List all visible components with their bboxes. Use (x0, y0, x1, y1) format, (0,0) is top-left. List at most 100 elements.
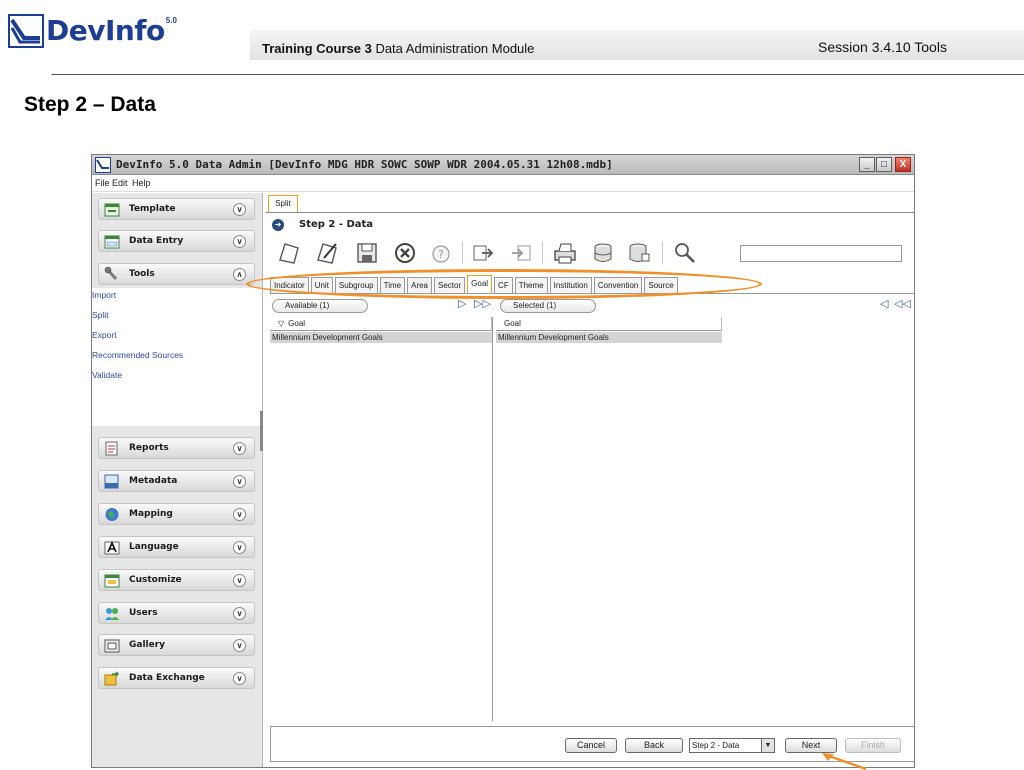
available-list: ▽ Goal Millennium Development Goals (270, 317, 493, 721)
tab-split[interactable]: Split (268, 195, 298, 212)
move-left-icon[interactable]: ◁ (880, 297, 888, 310)
step-select[interactable]: Step 2 - Data ▼ (689, 738, 775, 753)
main-panel: Split ➜ Step 2 - Data ? Indicator Unit S… (246, 193, 914, 767)
panel-divider (266, 212, 914, 213)
sidebar-group-customize[interactable]: Customize ∨ (98, 569, 255, 591)
tools-item-import[interactable]: Import (92, 290, 116, 300)
search-input[interactable] (740, 245, 902, 262)
chevron-down-icon[interactable]: ∨ (233, 235, 246, 248)
chevron-down-icon[interactable]: ∨ (233, 508, 246, 521)
maximize-button[interactable]: □ (876, 157, 892, 172)
sidebar-group-data-entry[interactable]: Data Entry ∨ (98, 230, 255, 252)
sidebar-group-metadata[interactable]: Metadata ∨ (98, 470, 255, 492)
users-icon (105, 608, 119, 620)
selected-column-header[interactable]: Goal (496, 317, 722, 331)
sidebar-group-mapping[interactable]: Mapping ∨ (98, 503, 255, 525)
data-exchange-icon (104, 671, 120, 686)
list-item[interactable]: Millennium Development Goals (270, 332, 492, 343)
slide-title: Step 2 – Data (24, 93, 156, 116)
globe-icon (105, 508, 119, 521)
tabs-highlight-oval (246, 269, 762, 299)
sidebar: Template ∨ Data Entry ∨ Tools ∧ Import S… (92, 193, 263, 767)
chevron-down-icon[interactable]: ▼ (761, 739, 774, 752)
tools-item-export[interactable]: Export (92, 330, 117, 340)
template-icon (104, 203, 120, 217)
customize-icon (104, 574, 120, 588)
available-count-label: Available (1) (272, 299, 368, 313)
menu-edit[interactable]: Edit (112, 178, 128, 188)
menu-file[interactable]: File (95, 178, 110, 188)
close-button[interactable]: X (895, 157, 911, 172)
sidebar-group-gallery[interactable]: Gallery ∨ (98, 634, 255, 656)
edit-icon[interactable] (314, 240, 340, 266)
chevron-up-icon[interactable]: ∧ (233, 268, 246, 281)
sidebar-group-label: Mapping (129, 509, 173, 519)
help-icon[interactable]: ? (428, 240, 454, 266)
available-column-label: Goal (288, 319, 306, 328)
devinfo-logo-icon (8, 14, 44, 48)
export-icon[interactable] (508, 240, 534, 266)
window-titlebar[interactable]: DevInfo 5.0 Data Admin [DevInfo MDG HDR … (92, 155, 914, 175)
devinfo-logo: DevInfo 5.0 (8, 14, 177, 48)
tools-list: Import Split Export Recommended Sources … (92, 288, 262, 426)
minimize-button[interactable]: _ (859, 157, 875, 172)
menu-help[interactable]: Help (132, 178, 151, 188)
metadata-icon (104, 474, 119, 489)
selected-count-label: Selected (1) (500, 299, 596, 313)
sidebar-group-label: Gallery (129, 640, 166, 650)
wrench-icon (104, 267, 118, 281)
sidebar-group-label: Metadata (129, 476, 178, 486)
logo-text: DevInfo (46, 14, 165, 47)
database-icon[interactable] (590, 240, 616, 266)
sidebar-group-template[interactable]: Template ∨ (98, 198, 255, 220)
database-save-icon[interactable] (626, 240, 652, 266)
print-icon[interactable] (552, 240, 578, 266)
sidebar-group-label: Customize (129, 575, 182, 585)
chevron-down-icon[interactable]: ∨ (233, 607, 246, 620)
chevron-down-icon[interactable]: ∨ (233, 442, 246, 455)
course-name: Training Course 3 (262, 41, 372, 56)
sidebar-group-data-exchange[interactable]: Data Exchange ∨ (98, 667, 255, 689)
move-all-right-icon[interactable]: ▷▷ (474, 297, 491, 310)
move-right-icon[interactable]: ▷ (458, 297, 466, 310)
sidebar-group-language[interactable]: Language ∨ (98, 536, 255, 558)
search-icon[interactable] (672, 240, 698, 266)
delete-icon[interactable] (392, 240, 418, 266)
svg-text:?: ? (438, 248, 444, 261)
sidebar-group-label: Template (129, 204, 176, 214)
reports-icon (105, 441, 118, 456)
tools-item-recommended-sources[interactable]: Recommended Sources (92, 350, 183, 360)
chevron-down-icon[interactable]: ∨ (233, 541, 246, 554)
sidebar-group-users[interactable]: Users ∨ (98, 602, 255, 624)
filter-icon[interactable]: ▽ (278, 319, 284, 328)
step-select-value: Step 2 - Data (692, 741, 740, 750)
chevron-down-icon[interactable]: ∨ (233, 574, 246, 587)
chevron-down-icon[interactable]: ∨ (233, 672, 246, 685)
cancel-button[interactable]: Cancel (565, 738, 617, 753)
available-column-header[interactable]: ▽ Goal (270, 317, 492, 331)
gallery-icon (104, 639, 120, 653)
chevron-down-icon[interactable]: ∨ (233, 639, 246, 652)
data-entry-icon (104, 235, 120, 249)
window-title: DevInfo 5.0 Data Admin [DevInfo MDG HDR … (116, 158, 613, 171)
sidebar-group-reports[interactable]: Reports ∨ (98, 437, 255, 459)
next-button[interactable]: Next (785, 738, 837, 753)
sidebar-group-label: Reports (129, 443, 169, 453)
tools-item-validate[interactable]: Validate (92, 370, 122, 380)
chevron-down-icon[interactable]: ∨ (233, 475, 246, 488)
pane-splitter[interactable] (260, 411, 263, 451)
finish-button: Finish (845, 738, 901, 753)
chevron-down-icon[interactable]: ∨ (233, 203, 246, 216)
back-button[interactable]: Back (625, 738, 683, 753)
new-icon[interactable] (276, 240, 302, 266)
save-icon[interactable] (354, 240, 380, 266)
move-all-left-icon[interactable]: ◁◁ (894, 297, 911, 310)
list-item[interactable]: Millennium Development Goals (496, 332, 722, 343)
sidebar-group-tools[interactable]: Tools ∧ (98, 263, 255, 285)
tools-item-split[interactable]: Split (92, 310, 109, 320)
sidebar-group-label: Data Exchange (129, 673, 205, 683)
sidebar-group-label: Tools (129, 269, 155, 279)
import-icon[interactable] (470, 240, 496, 266)
sidebar-group-label: Data Entry (129, 236, 184, 246)
slide-header: DevInfo 5.0 Training Course 3 Data Admin… (0, 0, 1024, 64)
